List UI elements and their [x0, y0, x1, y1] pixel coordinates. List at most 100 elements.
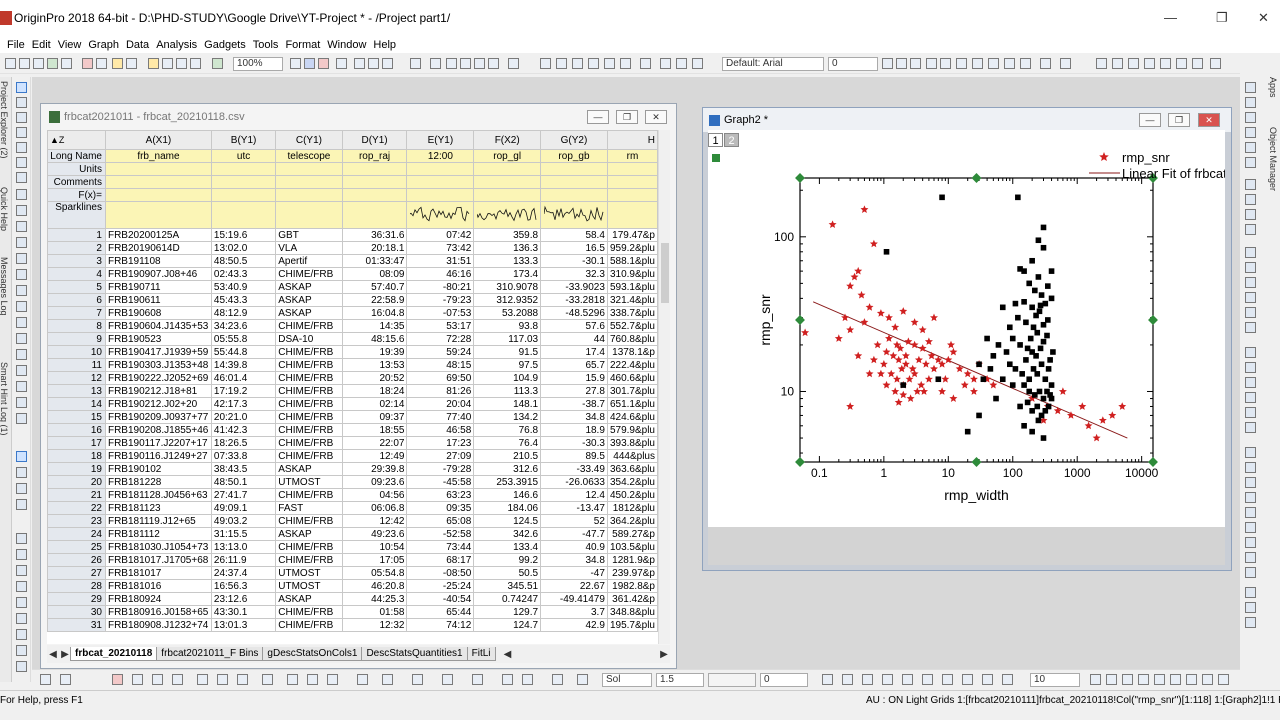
- set-values-icon[interactable]: [474, 58, 485, 69]
- table-cell[interactable]: 124.5: [473, 514, 542, 528]
- table-cell[interactable]: 97.5: [473, 358, 542, 372]
- flip-icon[interactable]: [16, 381, 27, 392]
- layer-contents-icon[interactable]: [982, 674, 993, 685]
- table-cell[interactable]: 1378.1&p: [606, 345, 658, 359]
- data-selector-icon[interactable]: [16, 157, 27, 168]
- font-size-combo[interactable]: 0: [828, 57, 878, 71]
- table-cell[interactable]: 579.9&plu: [606, 423, 658, 437]
- table-cell[interactable]: CHIME/FRB: [275, 358, 343, 372]
- table-cell[interactable]: FRB190611: [104, 293, 212, 307]
- table-cell[interactable]: 359.8: [473, 228, 542, 242]
- meta-cell[interactable]: [275, 188, 343, 202]
- table-cell[interactable]: CHIME/FRB: [275, 371, 343, 385]
- table-cell[interactable]: 210.5: [473, 449, 542, 463]
- table-cell[interactable]: CHIME/FRB: [275, 449, 343, 463]
- table-cell[interactable]: 76.4: [473, 436, 542, 450]
- new-workbook-icon[interactable]: [33, 58, 44, 69]
- table-cell[interactable]: FRB190212.J18+81: [104, 384, 212, 398]
- draw-data-icon[interactable]: [16, 172, 27, 183]
- row-number[interactable]: 5: [47, 280, 106, 294]
- table-cell[interactable]: 53:40.9: [210, 280, 277, 294]
- text-tool-icon[interactable]: [16, 189, 27, 200]
- table-cell[interactable]: FRB181119.J12+65: [104, 514, 212, 528]
- add-plot-icon[interactable]: [1002, 674, 1013, 685]
- table-cell[interactable]: FRB181112: [104, 527, 212, 541]
- scale-in-icon[interactable]: [16, 333, 27, 344]
- graph-minimize-button[interactable]: —: [1139, 113, 1161, 127]
- table-cell[interactable]: 63:23: [406, 488, 475, 502]
- meta-cell[interactable]: [341, 188, 408, 202]
- table-cell[interactable]: 310.9078: [473, 280, 542, 294]
- meta-cell[interactable]: [275, 175, 343, 189]
- filter-icon[interactable]: [640, 58, 651, 69]
- table-cell[interactable]: 34:23.6: [210, 319, 277, 333]
- table-cell[interactable]: FRB181016: [104, 579, 212, 593]
- fill-range-icon[interactable]: [488, 58, 499, 69]
- red-line-icon[interactable]: [1245, 97, 1256, 108]
- selection-handle[interactable]: [795, 315, 805, 325]
- table-cell[interactable]: 59:24: [406, 345, 475, 359]
- line-color-bottom-icon[interactable]: [577, 674, 588, 685]
- sparkline-cell[interactable]: [275, 201, 343, 229]
- sheet-tab-frbcat[interactable]: frbcat_20210118: [70, 647, 158, 661]
- rotate-text-icon[interactable]: [412, 674, 423, 685]
- table-cell[interactable]: ASKAP: [275, 293, 343, 307]
- spline-icon[interactable]: [60, 674, 71, 685]
- table-cell[interactable]: -07:53: [406, 306, 475, 320]
- table-cell[interactable]: 460.6&plu: [606, 371, 658, 385]
- table-cell[interactable]: FRB190608: [104, 306, 212, 320]
- meta-cell[interactable]: rm: [606, 149, 658, 163]
- new-layout-icon[interactable]: [112, 58, 123, 69]
- meta-cell[interactable]: [473, 188, 542, 202]
- zoom-tool-icon[interactable]: [16, 97, 27, 108]
- table-cell[interactable]: 364.2&plu: [606, 514, 658, 528]
- table-cell[interactable]: 89.5: [540, 449, 608, 463]
- smart-hint-log-tab[interactable]: Smart Hint Log (1): [0, 362, 9, 436]
- table-cell[interactable]: CHIME/FRB: [275, 436, 343, 450]
- color-tool-icon[interactable]: [16, 645, 27, 656]
- table-cell[interactable]: FRB191108: [104, 254, 212, 268]
- worksheet-grid[interactable]: ▲Z A(X1) B(Y1) C(Y1) D(Y1) E(Y1) F(X2) G…: [47, 130, 658, 644]
- arrow-head-icon[interactable]: [307, 674, 318, 685]
- table-cell[interactable]: -33.2818: [540, 293, 608, 307]
- table-cell[interactable]: 49:23.6: [341, 527, 408, 541]
- table-cell[interactable]: 1982.8&p: [606, 579, 658, 593]
- plot-contour-icon[interactable]: [1245, 567, 1256, 578]
- shape-icon[interactable]: [902, 674, 913, 685]
- grid-3x3-icon[interactable]: [1245, 224, 1256, 235]
- gradient-icon[interactable]: [382, 674, 393, 685]
- row-number[interactable]: 9: [47, 332, 106, 346]
- dot-line-icon[interactable]: [1245, 127, 1256, 138]
- table-cell[interactable]: FRB190222.J2052+69: [104, 371, 212, 385]
- row-number[interactable]: 18: [47, 449, 106, 463]
- table-cell[interactable]: 134.2: [473, 410, 542, 424]
- table-cell[interactable]: FRB190711: [104, 280, 212, 294]
- table-cell[interactable]: 17:05: [341, 553, 408, 567]
- y-axis-icon[interactable]: [16, 467, 27, 478]
- table-cell[interactable]: 760.8&plu: [606, 332, 658, 346]
- forward-icon[interactable]: [1245, 407, 1256, 418]
- connect-icon[interactable]: [287, 674, 298, 685]
- symbol-color-icon[interactable]: [217, 674, 228, 685]
- plot-line-symbol-icon[interactable]: [1245, 477, 1256, 488]
- table-cell[interactable]: 589.27&p: [606, 527, 658, 541]
- table-cell[interactable]: ASKAP: [275, 462, 343, 476]
- table-cell[interactable]: CHIME/FRB: [275, 397, 343, 411]
- table-cell[interactable]: 12.4: [540, 488, 608, 502]
- table-cell[interactable]: FRB190117.J2207+17: [104, 436, 212, 450]
- zoom-panel-icon[interactable]: [16, 112, 27, 123]
- sparkline-cell[interactable]: [606, 201, 658, 229]
- column-header[interactable]: E(Y1): [406, 130, 475, 150]
- row-number[interactable]: 12: [47, 371, 106, 385]
- graph-restore-button[interactable]: ❐: [1168, 113, 1190, 127]
- border-icon[interactable]: [1128, 58, 1139, 69]
- row-number[interactable]: 13: [47, 384, 106, 398]
- move-up-icon[interactable]: [16, 549, 27, 560]
- line-style-icon[interactable]: [1245, 82, 1256, 93]
- sparkline-cell[interactable]: [210, 201, 277, 229]
- table-cell[interactable]: CHIME/FRB: [275, 540, 343, 554]
- scale-bar-icon[interactable]: [1106, 674, 1117, 685]
- table-cell[interactable]: ASKAP: [275, 280, 343, 294]
- line-tool-icon[interactable]: [16, 237, 27, 248]
- table-cell[interactable]: 46:01.4: [210, 371, 277, 385]
